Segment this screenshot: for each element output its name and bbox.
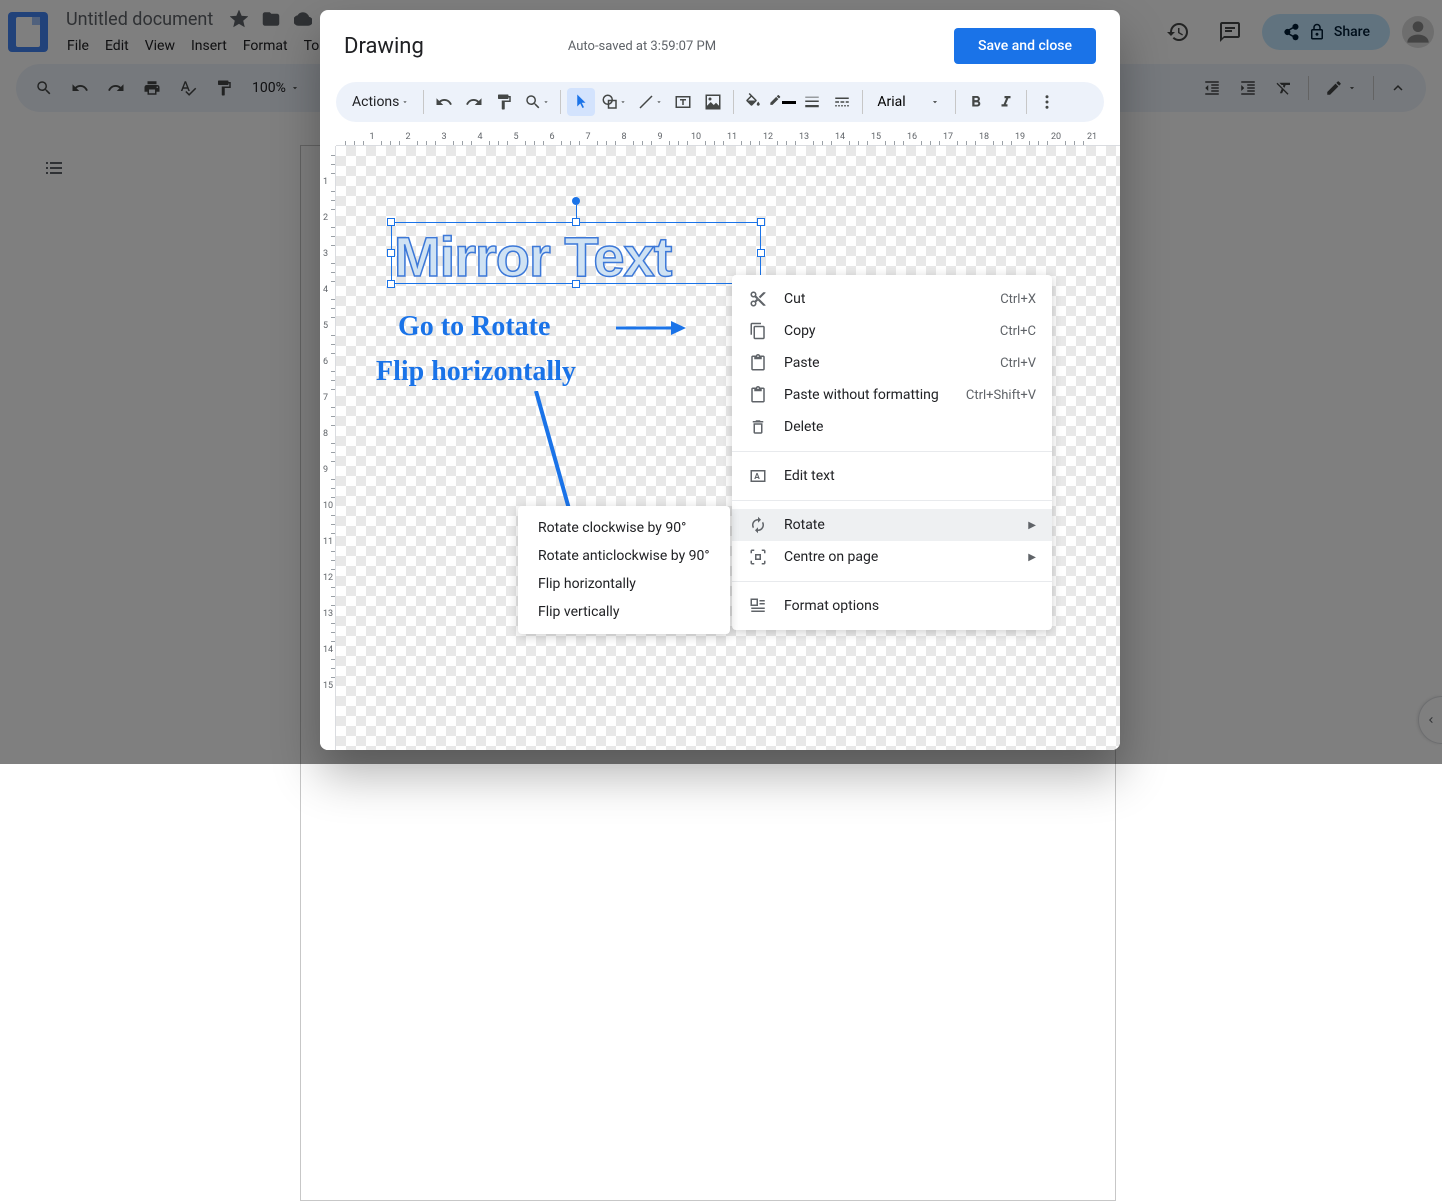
- ruler-horizontal: 123456789101112131415161718192021: [336, 130, 1120, 146]
- submenu-rotate-clockwise-by-90-[interactable]: Rotate clockwise by 90°: [518, 514, 730, 542]
- ctx-label: Format options: [784, 598, 1036, 614]
- border-dash-icon[interactable]: [828, 88, 856, 116]
- border-color-icon[interactable]: [768, 88, 796, 116]
- ctx-rotate[interactable]: Rotate ▶: [732, 509, 1052, 541]
- border-weight-icon[interactable]: [798, 88, 826, 116]
- ctx-copy[interactable]: Copy Ctrl+C: [732, 315, 1052, 347]
- ctx-label: Paste without formatting: [784, 387, 950, 403]
- ctx-label: Edit text: [784, 468, 1036, 484]
- font-family-select[interactable]: Arial: [869, 90, 949, 114]
- italic-icon[interactable]: [992, 88, 1020, 116]
- ctx-paste-without-formatting[interactable]: Paste without formatting Ctrl+Shift+V: [732, 379, 1052, 411]
- submenu-rotate-anticlockwise-by-90-[interactable]: Rotate anticlockwise by 90°: [518, 542, 730, 570]
- rotate-icon: [748, 515, 768, 535]
- more-options-icon[interactable]: [1033, 88, 1061, 116]
- redo-icon[interactable]: [460, 88, 488, 116]
- zoom-dropdown[interactable]: [520, 88, 554, 116]
- resize-handle[interactable]: [572, 280, 580, 288]
- context-menu: Cut Ctrl+X Copy Ctrl+C Paste Ctrl+V Paste with…: [732, 275, 1052, 630]
- resize-handle[interactable]: [572, 218, 580, 226]
- dialog-title: Drawing: [344, 34, 424, 59]
- line-tool-icon[interactable]: [633, 88, 667, 116]
- ctx-shortcut: Ctrl+V: [1000, 356, 1036, 371]
- submenu-flip-vertically[interactable]: Flip vertically: [518, 598, 730, 626]
- image-tool-icon[interactable]: [699, 88, 727, 116]
- ctx-label: Paste: [784, 355, 984, 371]
- ctx-label: Delete: [784, 419, 1036, 435]
- bold-icon[interactable]: [962, 88, 990, 116]
- save-and-close-button[interactable]: Save and close: [954, 28, 1096, 64]
- ctx-shortcut: Ctrl+C: [1000, 324, 1036, 339]
- cut-icon: [748, 289, 768, 309]
- ctx-label: Cut: [784, 291, 984, 307]
- autosave-status: Auto-saved at 3:59:07 PM: [448, 39, 930, 54]
- drawing-toolbar: Actions Arial: [336, 82, 1104, 122]
- annotation-arrow-icon: [616, 318, 686, 338]
- textbox-tool-icon[interactable]: [669, 88, 697, 116]
- paint-format-icon[interactable]: [490, 88, 518, 116]
- ctx-label: Rotate: [784, 517, 1012, 533]
- paste-icon: [748, 385, 768, 405]
- undo-icon[interactable]: [430, 88, 458, 116]
- ctx-shortcut: Ctrl+Shift+V: [966, 388, 1036, 403]
- ctx-shortcut: Ctrl+X: [1000, 292, 1036, 307]
- ctx-label: Copy: [784, 323, 984, 339]
- submenu-arrow-icon: ▶: [1028, 552, 1036, 563]
- resize-handle[interactable]: [387, 218, 395, 226]
- ctx-paste[interactable]: Paste Ctrl+V: [732, 347, 1052, 379]
- actions-dropdown[interactable]: Actions: [344, 90, 417, 114]
- delete-icon: [748, 417, 768, 437]
- ctx-label: Centre on page: [784, 549, 1012, 565]
- ctx-cut[interactable]: Cut Ctrl+X: [732, 283, 1052, 315]
- submenu-label: Flip horizontally: [538, 576, 710, 592]
- svg-text:A: A: [754, 472, 760, 482]
- submenu-flip-horizontally[interactable]: Flip horizontally: [518, 570, 730, 598]
- edit-text-icon: A: [748, 466, 768, 486]
- center-icon: [748, 547, 768, 567]
- resize-handle[interactable]: [387, 249, 395, 257]
- submenu-label: Rotate anticlockwise by 90°: [538, 548, 710, 564]
- ctx-centre-on-page[interactable]: Centre on page ▶: [732, 541, 1052, 573]
- select-tool-icon[interactable]: [567, 88, 595, 116]
- ruler-vertical: 123456789101112131415: [320, 146, 336, 750]
- resize-handle[interactable]: [387, 280, 395, 288]
- resize-handle[interactable]: [757, 249, 765, 257]
- submenu-label: Rotate clockwise by 90°: [538, 520, 710, 536]
- shape-tool-icon[interactable]: [597, 88, 631, 116]
- rotate-submenu: Rotate clockwise by 90° Rotate anticlockw…: [518, 506, 730, 634]
- selection-box[interactable]: [391, 222, 761, 284]
- format-icon: [748, 596, 768, 616]
- paste-icon: [748, 353, 768, 373]
- ctx-edit-text[interactable]: A Edit text: [732, 460, 1052, 492]
- annotation-text-2: Flip horizontally: [376, 356, 576, 388]
- submenu-label: Flip vertically: [538, 604, 710, 620]
- fill-color-icon[interactable]: [740, 88, 766, 116]
- ctx-delete[interactable]: Delete: [732, 411, 1052, 443]
- rotate-handle[interactable]: [572, 197, 580, 205]
- annotation-text-1: Go to Rotate: [398, 311, 550, 343]
- submenu-arrow-icon: ▶: [1028, 520, 1036, 531]
- ctx-format-options[interactable]: Format options: [732, 590, 1052, 622]
- resize-handle[interactable]: [757, 218, 765, 226]
- copy-icon: [748, 321, 768, 341]
